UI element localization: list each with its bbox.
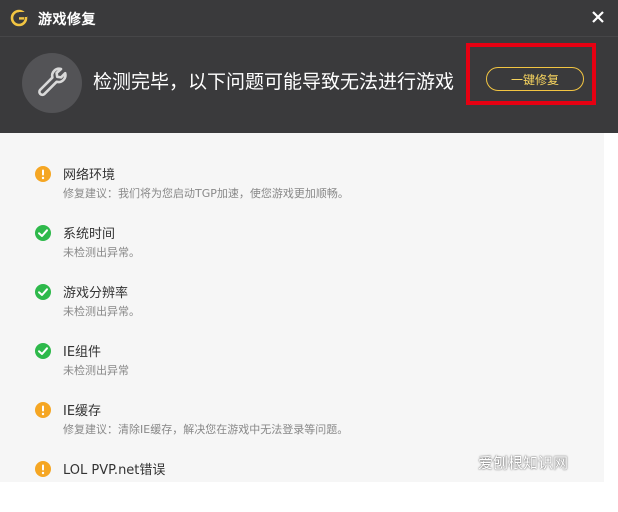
window-title: 游戏修复 xyxy=(38,12,96,28)
wrench-icon xyxy=(38,67,67,97)
check-circle-icon xyxy=(35,284,51,300)
warning-circle-icon xyxy=(35,166,51,182)
list-item: 游戏分辨率未检测出异常。 xyxy=(0,275,600,335)
close-icon[interactable] xyxy=(588,7,608,27)
warning-circle-icon xyxy=(35,461,51,477)
item-description: 未检测出异常 xyxy=(63,364,129,377)
result-header: 检测完毕，以下问题可能导致无法进行游戏 一键修复 xyxy=(0,36,618,133)
item-description: 修复建议：我们将为您启动TGP加速，使您游戏更加顺畅。 xyxy=(63,187,349,200)
list-item: IE组件未检测出异常 xyxy=(0,334,600,394)
item-description: 未检测出异常。 xyxy=(63,246,140,259)
tgp-logo-icon xyxy=(10,9,28,27)
title-bar: 游戏修复 xyxy=(0,0,618,36)
item-description: 修复建议：清除IE缓存，解决您在游戏中无法登录等问题。 xyxy=(63,423,349,436)
item-description: 未检测出异常。 xyxy=(63,305,140,318)
item-title: LOL PVP.net错误 xyxy=(63,463,166,478)
warning-circle-icon xyxy=(35,402,51,418)
item-title: 游戏分辨率 xyxy=(63,286,129,301)
scrollbar-track[interactable] xyxy=(604,133,618,482)
item-title: 系统时间 xyxy=(63,227,116,242)
list-item: IE缓存修复建议：清除IE缓存，解决您在游戏中无法登录等问题。 xyxy=(0,393,600,453)
diagnosis-list: 网络环境修复建议：我们将为您启动TGP加速，使您游戏更加顺畅。 系统时间未检测出异… xyxy=(0,133,618,482)
one-click-fix-button[interactable]: 一键修复 xyxy=(486,67,584,91)
watermark: 爱刨根知识网 xyxy=(478,454,569,472)
item-title: IE缓存 xyxy=(63,404,102,419)
item-title: 网络环境 xyxy=(63,168,116,183)
scan-result-message: 检测完毕，以下问题可能导致无法进行游戏 xyxy=(93,71,455,93)
check-circle-icon xyxy=(35,343,51,359)
item-title: IE组件 xyxy=(63,345,102,360)
list-item: 网络环境修复建议：我们将为您启动TGP加速，使您游戏更加顺畅。 xyxy=(0,157,600,217)
check-circle-icon xyxy=(35,225,51,241)
wrench-badge xyxy=(22,53,82,113)
list-item: 系统时间未检测出异常。 xyxy=(0,216,600,276)
